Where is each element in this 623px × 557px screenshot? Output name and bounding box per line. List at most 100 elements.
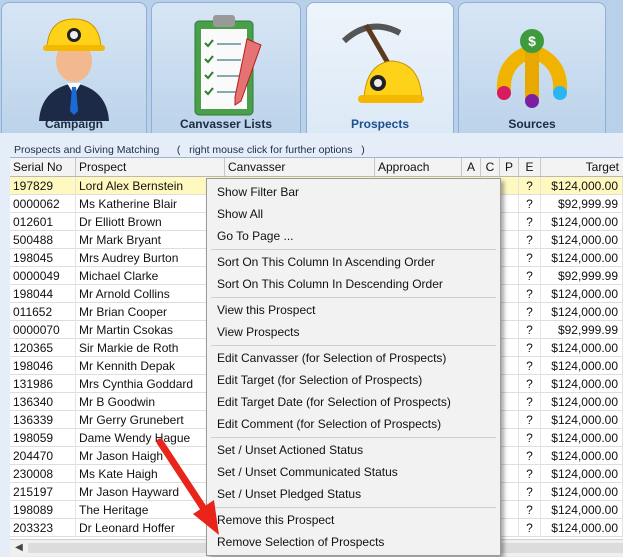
svg-text:$: $ (528, 33, 536, 49)
cell-p (500, 465, 519, 483)
cell-p (500, 411, 519, 429)
column-header-serial[interactable]: Serial No (10, 158, 76, 176)
cell-e: ? (519, 393, 541, 411)
tab-label: Campaign (44, 117, 103, 131)
cell-target: $92,999.99 (541, 195, 623, 213)
column-header-target[interactable]: Target (541, 158, 623, 176)
cell-target: $124,000.00 (541, 231, 623, 249)
menu-item-pledged-status[interactable]: Set / Unset Pledged Status (208, 483, 499, 505)
cell-p (500, 285, 519, 303)
cell-prospect: Sir Markie de Roth (76, 339, 225, 357)
menu-item-edit-target-date[interactable]: Edit Target Date (for Selection of Prosp… (208, 391, 499, 413)
cell-prospect: Mr Jason Hayward (76, 483, 225, 501)
menu-separator (211, 297, 496, 298)
tab-strip: Campaign Canvasser Lists Prospects $ Sou… (0, 0, 623, 133)
menu-item-actioned-status[interactable]: Set / Unset Actioned Status (208, 439, 499, 461)
tab-campaign[interactable]: Campaign (1, 2, 147, 133)
cell-e: ? (519, 483, 541, 501)
cell-e: ? (519, 429, 541, 447)
cell-p (500, 339, 519, 357)
cell-e: ? (519, 213, 541, 231)
column-header-a[interactable]: A (462, 158, 481, 176)
cell-serial: 500488 (10, 231, 76, 249)
cell-e: ? (519, 303, 541, 321)
scroll-left-icon[interactable]: ◀ (12, 541, 26, 555)
menu-item-communicated-status[interactable]: Set / Unset Communicated Status (208, 461, 499, 483)
menu-item-go-to-page[interactable]: Go To Page ... (208, 225, 499, 247)
cell-serial: 0000070 (10, 321, 76, 339)
cell-prospect: Mr Arnold Collins (76, 285, 225, 303)
cell-target: $124,000.00 (541, 357, 623, 375)
menu-item-view-prospects[interactable]: View Prospects (208, 321, 499, 343)
cell-target: $124,000.00 (541, 177, 623, 195)
cell-prospect: Ms Katherine Blair (76, 195, 225, 213)
tab-label: Prospects (350, 117, 410, 131)
cell-p (500, 321, 519, 339)
cell-e: ? (519, 321, 541, 339)
cell-target: $92,999.99 (541, 267, 623, 285)
column-header-e[interactable]: E (519, 158, 541, 176)
menu-item-show-filter-bar[interactable]: Show Filter Bar (208, 181, 499, 203)
menu-item-edit-comment[interactable]: Edit Comment (for Selection of Prospects… (208, 413, 499, 435)
tab-sources[interactable]: $ Sources (458, 2, 606, 133)
menu-item-edit-canvasser[interactable]: Edit Canvasser (for Selection of Prospec… (208, 347, 499, 369)
menu-item-sort-descending[interactable]: Sort On This Column In Descending Order (208, 273, 499, 295)
cell-prospect: Mr Gerry Grunebert (76, 411, 225, 429)
cell-p (500, 429, 519, 447)
cell-p (500, 267, 519, 285)
cell-e: ? (519, 195, 541, 213)
money-fountain-icon: $ (496, 29, 568, 108)
cell-e: ? (519, 465, 541, 483)
cell-serial: 136340 (10, 393, 76, 411)
cell-prospect: The Heritage (76, 501, 225, 519)
cell-prospect: Lord Alex Bernstein (76, 177, 225, 195)
cell-serial: 197829 (10, 177, 76, 195)
menu-item-remove-selection[interactable]: Remove Selection of Prospects (208, 531, 499, 553)
column-header-prospect[interactable]: Prospect (76, 158, 225, 176)
cell-serial: 012601 (10, 213, 76, 231)
cell-e: ? (519, 375, 541, 393)
pickaxe-helmet-icon (341, 23, 424, 103)
cell-serial: 204470 (10, 447, 76, 465)
cell-prospect: Mr B Goodwin (76, 393, 225, 411)
cell-serial: 215197 (10, 483, 76, 501)
cell-target: $124,000.00 (541, 213, 623, 231)
tab-label: Canvasser Lists (179, 117, 273, 131)
cell-p (500, 231, 519, 249)
tab-prospects[interactable]: Prospects (306, 2, 454, 133)
column-header-c[interactable]: C (481, 158, 500, 176)
menu-separator (211, 345, 496, 346)
menu-item-sort-ascending[interactable]: Sort On This Column In Ascending Order (208, 251, 499, 273)
menu-item-show-all[interactable]: Show All (208, 203, 499, 225)
cell-serial: 198045 (10, 249, 76, 267)
miner-person-icon (39, 18, 109, 121)
cell-p (500, 447, 519, 465)
cell-prospect: Mr Martin Csokas (76, 321, 225, 339)
cell-e: ? (519, 249, 541, 267)
cell-target: $124,000.00 (541, 339, 623, 357)
column-header-canvasser[interactable]: Canvasser (225, 158, 375, 176)
menu-separator (211, 507, 496, 508)
menu-item-remove-this-prospect[interactable]: Remove this Prospect (208, 509, 499, 531)
cell-target: $124,000.00 (541, 411, 623, 429)
cell-serial: 120365 (10, 339, 76, 357)
menu-item-edit-target[interactable]: Edit Target (for Selection of Prospects) (208, 369, 499, 391)
cell-serial: 203323 (10, 519, 76, 537)
cell-e: ? (519, 177, 541, 195)
cell-p (500, 483, 519, 501)
cell-serial: 198089 (10, 501, 76, 519)
cell-target: $124,000.00 (541, 393, 623, 411)
cell-p (500, 375, 519, 393)
menu-item-view-this-prospect[interactable]: View this Prospect (208, 299, 499, 321)
menu-separator (211, 249, 496, 250)
cell-prospect: Mrs Audrey Burton (76, 249, 225, 267)
clipboard-checklist-icon (194, 15, 262, 116)
column-header-approach[interactable]: Approach (375, 158, 462, 176)
cell-serial: 230008 (10, 465, 76, 483)
cell-target: $124,000.00 (541, 501, 623, 519)
cell-target: $124,000.00 (541, 519, 623, 537)
cell-target: $124,000.00 (541, 447, 623, 465)
tab-canvasser-lists[interactable]: Canvasser Lists (151, 2, 301, 133)
column-header-p[interactable]: P (500, 158, 519, 176)
cell-prospect: Mr Mark Bryant (76, 231, 225, 249)
